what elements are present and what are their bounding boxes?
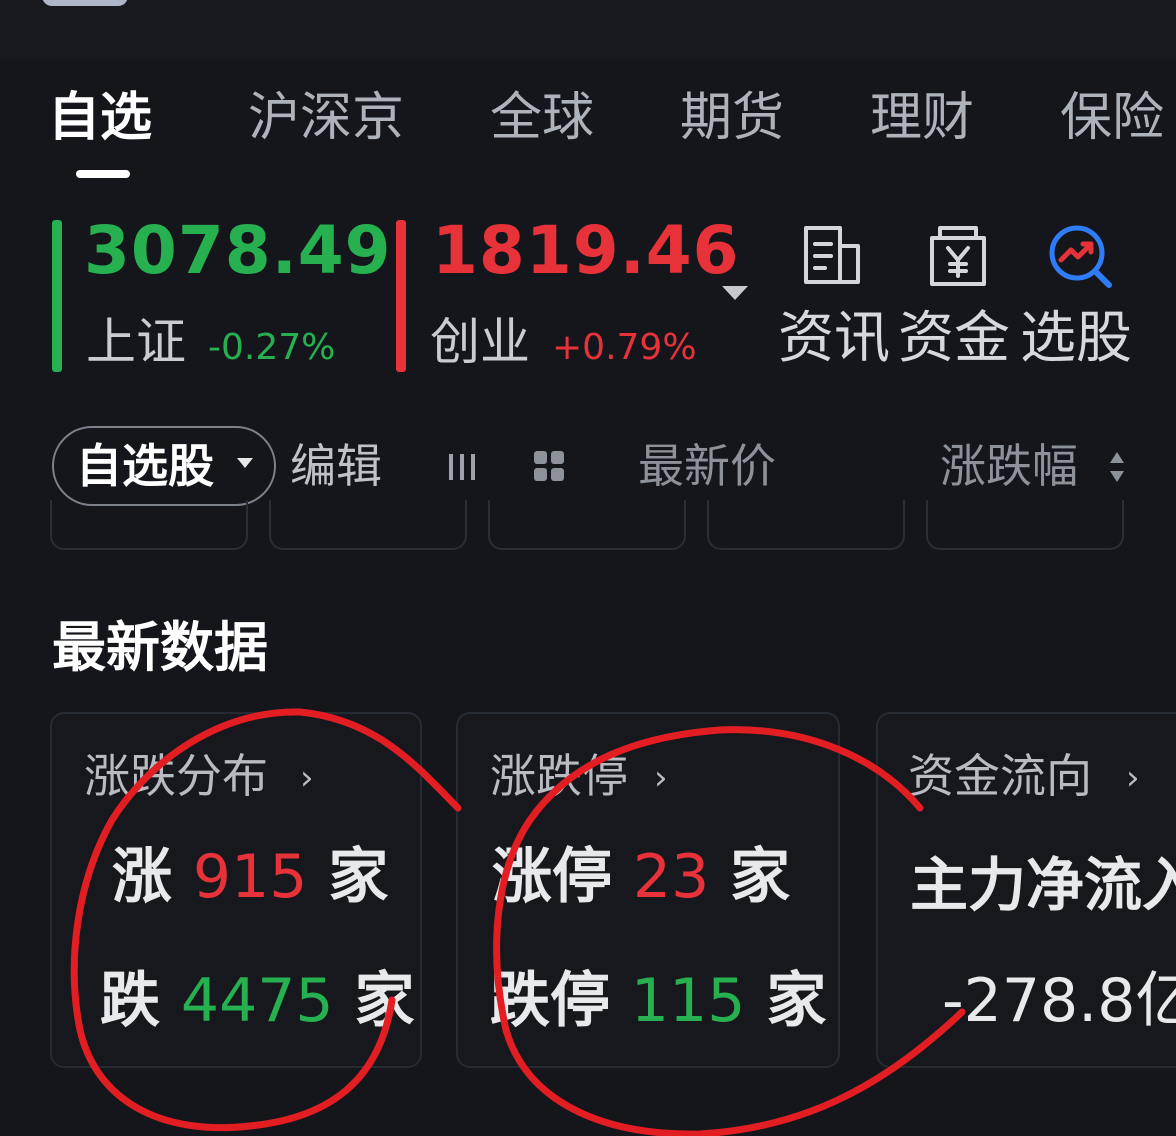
tab-global[interactable]: 全球 [490, 88, 594, 148]
index-name: 上证 [86, 313, 186, 371]
limit-down-unit: 家 [766, 966, 827, 1036]
watchlist-card[interactable] [488, 500, 686, 550]
tab-wealth[interactable]: 理财 [870, 88, 974, 148]
shortcut-news-label[interactable]: 资讯 [778, 306, 890, 372]
change-percent-column-header[interactable]: 涨跌幅 [940, 438, 1078, 494]
limit-up-label: 涨停 [492, 842, 612, 912]
tab-hs-market[interactable]: 沪深京 [248, 88, 404, 148]
index-change: +0.79% [552, 327, 697, 368]
yuan-money-icon[interactable] [926, 224, 990, 288]
limit-up-line: 涨停 23 家 [492, 842, 790, 912]
chevron-right-icon: › [300, 758, 314, 798]
main-net-inflow-label: 主力净流入 [910, 851, 1176, 919]
index-change: -0.27% [208, 327, 336, 368]
chevron-down-icon [237, 458, 253, 468]
document-icon[interactable] [800, 224, 864, 288]
active-tab-indicator [76, 170, 130, 178]
card-title[interactable]: 涨跌分布 [84, 748, 268, 804]
limit-down-label: 跌停 [490, 966, 610, 1036]
rise-unit: 家 [328, 842, 389, 912]
chevron-right-icon: › [654, 758, 668, 798]
watchlist-card[interactable] [269, 500, 467, 550]
tab-watchlist[interactable]: 自选 [48, 88, 152, 148]
index-trend-bar [396, 220, 406, 372]
watchlist-group-label[interactable]: 自选股 [76, 438, 214, 494]
index-name: 创业 [430, 313, 530, 371]
status-area [0, 0, 1176, 60]
index-dropdown-caret[interactable] [722, 286, 748, 300]
latest-data-title: 最新数据 [52, 616, 268, 679]
fall-count-line: 跌 4475 家 [100, 966, 414, 1036]
app-logo [42, 0, 128, 6]
limit-down-line: 跌停 115 家 [490, 966, 826, 1036]
sort-icon[interactable] [1109, 450, 1125, 484]
card-title[interactable]: 涨跌停 [490, 748, 628, 804]
stock-search-icon[interactable] [1048, 224, 1112, 288]
limit-up-unit: 家 [730, 842, 791, 912]
rise-label: 涨 [112, 842, 172, 912]
card-title[interactable]: 资金流向 [908, 748, 1092, 804]
limit-up-count: 23 [632, 842, 710, 912]
shortcut-stock-picker-label[interactable]: 选股 [1020, 306, 1132, 372]
fall-unit: 家 [354, 966, 415, 1036]
index-value: 1819.46 [432, 212, 740, 289]
edit-button[interactable]: 编辑 [290, 438, 382, 494]
fall-label: 跌 [100, 966, 160, 1036]
latest-price-column-header[interactable]: 最新价 [638, 438, 776, 494]
watchlist-card[interactable] [707, 500, 905, 550]
watchlist-card[interactable] [50, 500, 248, 550]
watchlist-card[interactable] [926, 500, 1124, 550]
grid-view-icon[interactable] [534, 451, 564, 481]
rise-count-line: 涨 915 家 [112, 842, 388, 912]
index-trend-bar [52, 220, 62, 372]
shortcut-funds-label[interactable]: 资金 [898, 306, 1010, 372]
fall-count: 4475 [180, 966, 334, 1036]
limit-down-count: 115 [630, 966, 746, 1036]
chevron-right-icon: › [1126, 758, 1140, 798]
index-value: 3078.49 [84, 212, 392, 289]
column-view-icon[interactable] [448, 452, 476, 482]
tab-insurance[interactable]: 保险 [1060, 88, 1164, 148]
tab-futures[interactable]: 期货 [680, 88, 784, 148]
main-net-inflow-value: -278.8亿 [942, 966, 1176, 1036]
rise-count: 915 [192, 842, 308, 912]
